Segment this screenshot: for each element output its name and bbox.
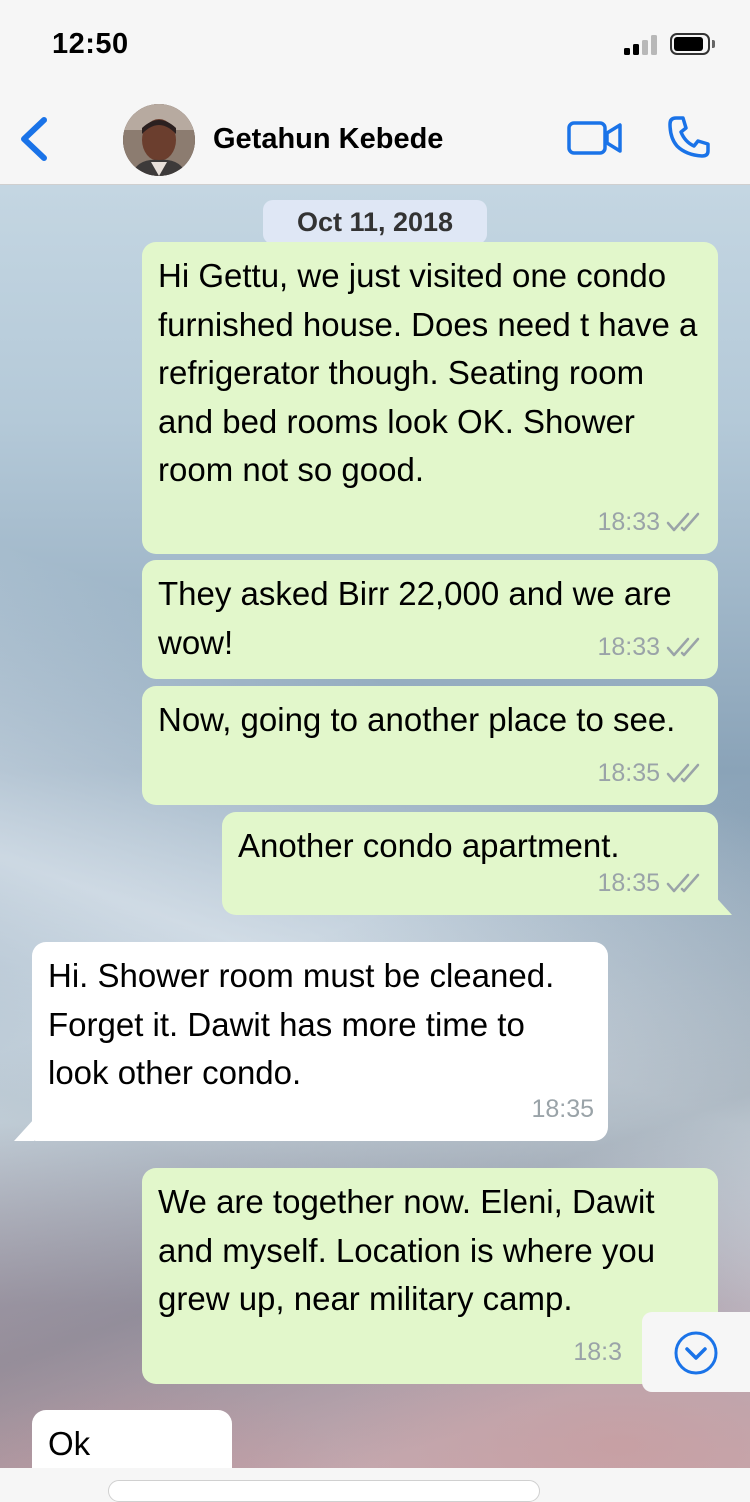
message-list[interactable]: Oct 11, 2018 Hi Gettu, we just visited o… [0,185,750,1487]
message-input[interactable] [108,1480,540,1502]
composer-bar [0,1468,750,1502]
message-time: 18:3 [573,1337,622,1366]
battery-icon [670,33,715,55]
message-time: 18:35 [531,1094,594,1123]
status-time: 12:50 [52,28,129,60]
phone-icon [668,116,710,158]
status-bar: 12:50 [0,0,750,88]
outgoing-message[interactable]: We are together now. Eleni, Dawit and my… [142,1168,718,1384]
video-camera-icon [567,121,622,155]
double-check-icon [666,637,700,656]
double-check-icon [666,512,700,531]
message-meta: 18:33 [597,498,704,547]
voice-call-button[interactable] [666,114,712,160]
message-meta: 18:35 [597,859,704,908]
signal-icon [624,35,662,55]
chevron-left-icon [21,117,47,161]
avatar-image [123,104,195,176]
message-meta: 18:35 [531,1085,594,1134]
chevron-down-circle-icon [674,1331,718,1375]
back-button[interactable] [14,116,54,162]
contact-name[interactable]: Getahun Kebede [213,123,443,156]
avatar[interactable] [123,104,195,176]
message-text: We are together now. Eleni, Dawit and my… [158,1183,656,1317]
message-time: 18:33 [597,632,660,661]
message-time: 18:35 [597,868,660,897]
outgoing-message[interactable]: Hi Gettu, we just visited one condo furn… [142,242,718,554]
date-chip: Oct 11, 2018 [263,200,487,244]
chat-header: Getahun Kebede [0,88,750,185]
message-text: Hi. Shower room must be cleaned. Forget … [48,957,555,1091]
message-meta: 18:33 [597,623,704,672]
bubble-tail [14,1119,34,1141]
outgoing-message[interactable]: They asked Birr 22,000 and we are wow! 1… [142,560,718,679]
message-time: 18:35 [597,758,660,787]
outgoing-message[interactable]: Now, going to another place to see. 18:3… [142,686,718,805]
outgoing-message[interactable]: Another condo apartment. 18:35 [222,812,718,915]
scroll-to-bottom-button[interactable] [642,1312,750,1392]
message-meta: 18:35 [597,749,704,798]
video-call-button[interactable] [567,120,623,156]
message-time: 18:33 [597,507,660,536]
message-text: Now, going to another place to see. [158,701,676,738]
double-check-icon [666,873,700,892]
message-meta: 18:3 [573,1328,622,1377]
message-text: Hi Gettu, we just visited one condo furn… [158,257,698,488]
incoming-message[interactable]: Hi. Shower room must be cleaned. Forget … [32,942,608,1141]
double-check-icon [666,763,700,782]
